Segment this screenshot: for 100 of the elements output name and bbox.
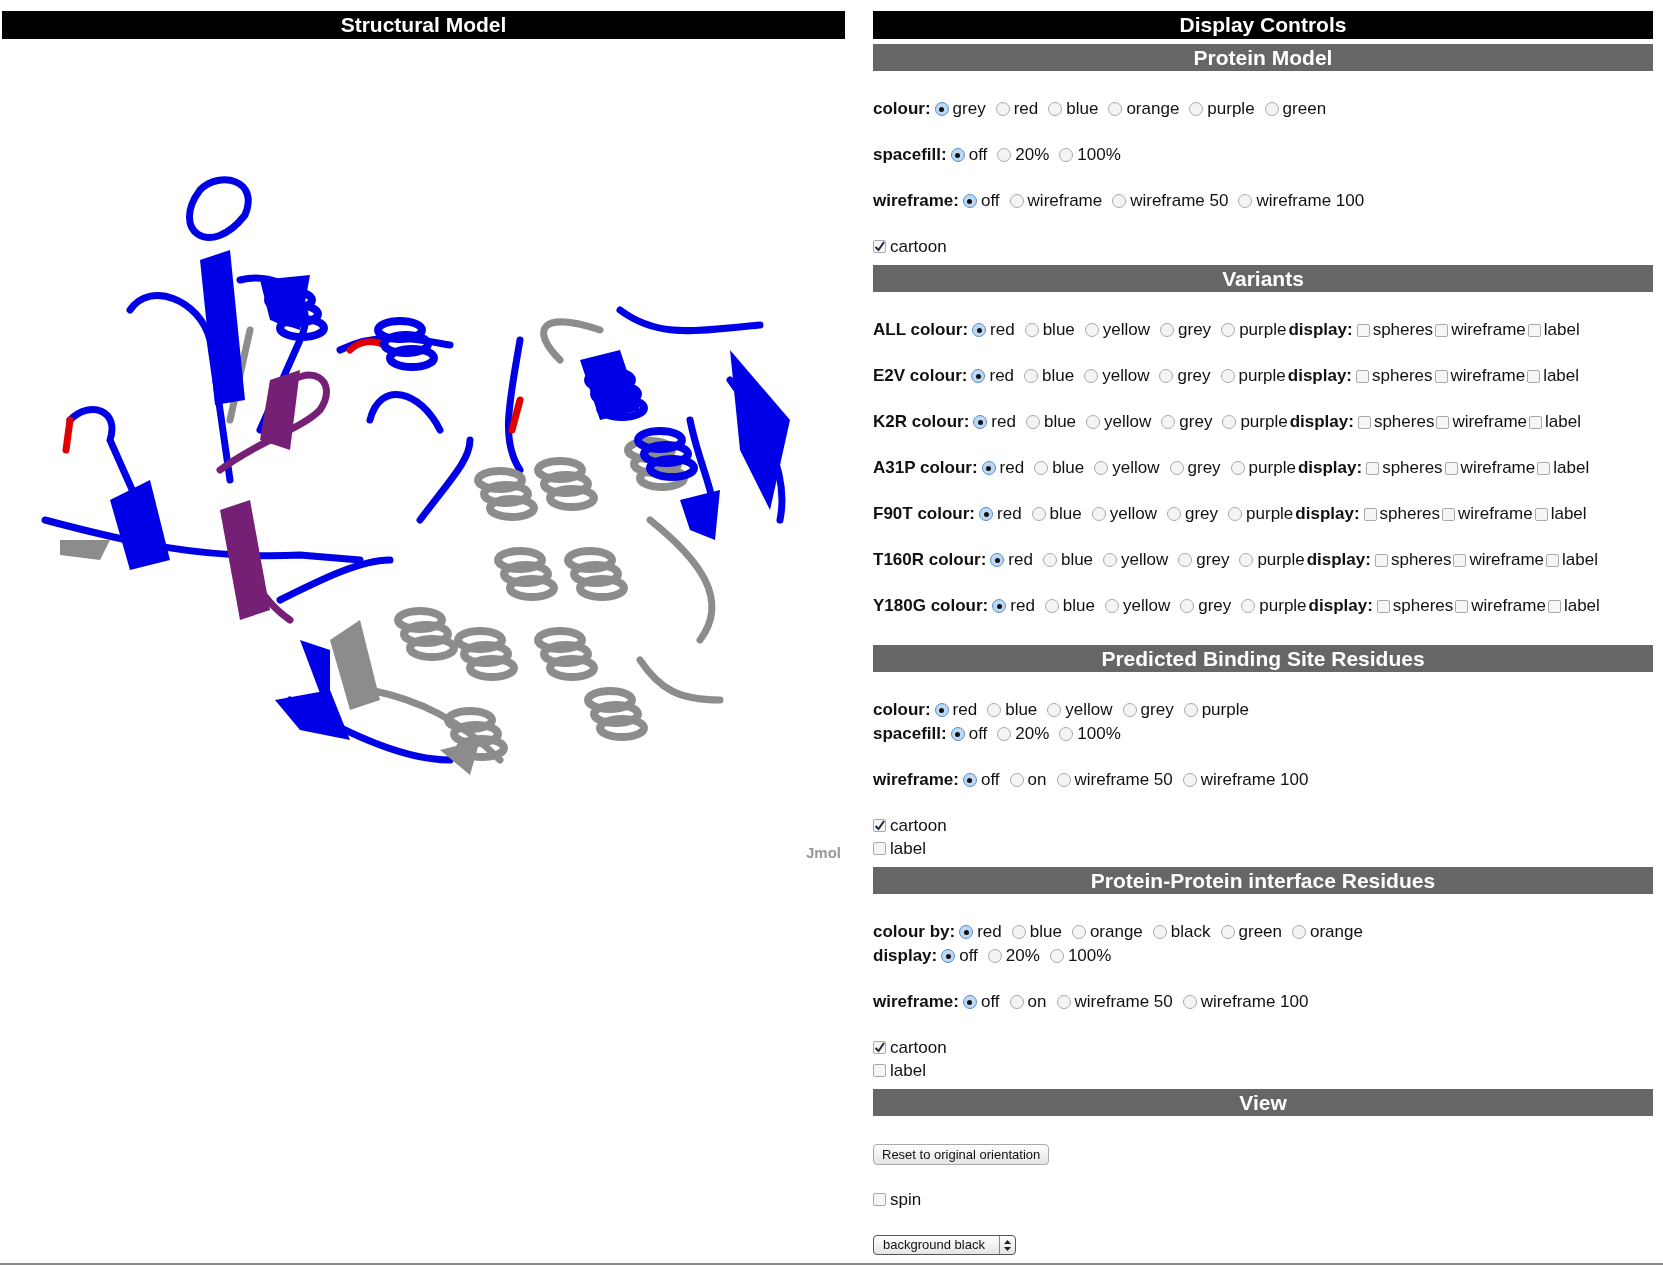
radio-button[interactable] (1091, 507, 1106, 521)
radio-button[interactable] (971, 369, 986, 383)
checkbox[interactable] (1537, 461, 1551, 475)
radio-button[interactable] (1161, 415, 1176, 429)
checkbox[interactable] (1534, 507, 1548, 521)
checkbox[interactable] (1453, 553, 1467, 567)
radio-button[interactable] (1047, 703, 1062, 717)
radio-button[interactable] (1042, 553, 1057, 567)
checkbox[interactable] (1547, 599, 1561, 613)
radio-button[interactable] (981, 461, 996, 475)
radio-button[interactable] (1094, 461, 1109, 475)
radio-button[interactable] (1178, 553, 1193, 567)
reset-button[interactable]: Reset to original orientation (873, 1143, 1050, 1165)
checkbox[interactable] (1363, 507, 1377, 521)
radio-button[interactable] (1230, 461, 1245, 475)
radio-button[interactable] (1044, 599, 1059, 613)
radio-button[interactable] (934, 102, 949, 116)
radio-button[interactable] (1220, 369, 1235, 383)
background-select[interactable]: background black (873, 1235, 1016, 1255)
radio-button[interactable] (979, 507, 993, 521)
radio-button[interactable] (1182, 773, 1197, 787)
checkbox[interactable] (1527, 323, 1541, 337)
radio-button[interactable] (973, 415, 988, 429)
radio-button[interactable] (941, 949, 956, 963)
radio-button[interactable] (1059, 727, 1074, 741)
checkbox[interactable] (1356, 323, 1370, 337)
radio-button[interactable] (1222, 415, 1237, 429)
checkbox[interactable] (873, 1041, 886, 1054)
radio-button[interactable] (1056, 773, 1071, 787)
radio-button[interactable] (1084, 323, 1099, 337)
radio-button[interactable] (1220, 925, 1235, 939)
radio-button[interactable] (1238, 194, 1253, 208)
checkbox[interactable] (1376, 599, 1390, 613)
radio-button[interactable] (1024, 369, 1039, 383)
radio-button[interactable] (1228, 507, 1243, 521)
radio-button[interactable] (1159, 369, 1174, 383)
radio-button[interactable] (1167, 507, 1181, 521)
checkbox[interactable] (1529, 415, 1542, 429)
radio-button[interactable] (997, 148, 1012, 162)
checkbox[interactable] (1444, 461, 1458, 475)
radio-button[interactable] (1086, 415, 1101, 429)
radio-button[interactable] (1122, 703, 1137, 717)
radio-button[interactable] (1011, 925, 1026, 939)
radio-button[interactable] (995, 102, 1010, 116)
radio-button[interactable] (997, 727, 1012, 741)
radio-button[interactable] (1105, 599, 1119, 613)
radio-button[interactable] (959, 925, 974, 939)
radio-button[interactable] (950, 148, 965, 162)
radio-button[interactable] (987, 703, 1002, 717)
radio-button[interactable] (950, 727, 965, 741)
checkbox[interactable] (1455, 599, 1469, 613)
radio-button[interactable] (1183, 703, 1198, 717)
checkbox[interactable] (1546, 553, 1560, 567)
radio-button[interactable] (1031, 507, 1046, 521)
checkbox[interactable] (1435, 323, 1449, 337)
radio-button[interactable] (1034, 461, 1049, 475)
radio-button[interactable] (1056, 995, 1071, 1009)
radio-button[interactable] (1264, 102, 1279, 116)
checkbox[interactable] (1374, 553, 1388, 567)
checkbox[interactable] (1357, 415, 1371, 429)
radio-button[interactable] (963, 995, 977, 1009)
radio-button[interactable] (1049, 949, 1064, 963)
radio-button[interactable] (1180, 599, 1195, 613)
checkbox[interactable] (873, 842, 886, 855)
radio-button[interactable] (1239, 553, 1254, 567)
radio-button[interactable] (1048, 102, 1063, 116)
radio-button[interactable] (1025, 415, 1040, 429)
checkbox[interactable] (1442, 507, 1456, 521)
checkbox[interactable] (1366, 461, 1380, 475)
radio-button[interactable] (992, 599, 1007, 613)
radio-button[interactable] (1182, 995, 1197, 1009)
radio-button[interactable] (1009, 194, 1024, 208)
radio-button[interactable] (1009, 995, 1024, 1009)
radio-button[interactable] (987, 949, 1002, 963)
checkbox[interactable] (873, 240, 886, 253)
checkbox[interactable] (1434, 369, 1448, 383)
radio-button[interactable] (1059, 148, 1074, 162)
radio-button[interactable] (1108, 102, 1123, 116)
radio-button[interactable] (1189, 102, 1204, 116)
radio-button[interactable] (1112, 194, 1127, 208)
radio-button[interactable] (1152, 925, 1167, 939)
radio-button[interactable] (1292, 925, 1306, 939)
checkbox[interactable] (1436, 415, 1450, 429)
radio-button[interactable] (1084, 369, 1099, 383)
checkbox[interactable] (1527, 369, 1541, 383)
radio-button[interactable] (1024, 323, 1039, 337)
radio-button[interactable] (1071, 925, 1086, 939)
radio-button[interactable] (963, 773, 977, 787)
radio-button[interactable] (963, 194, 977, 208)
checkbox[interactable] (873, 1064, 886, 1077)
checkbox[interactable] (873, 1193, 886, 1206)
radio-button[interactable] (934, 703, 949, 717)
radio-button[interactable] (1169, 461, 1184, 475)
checkbox[interactable] (1356, 369, 1370, 383)
radio-button[interactable] (1221, 323, 1236, 337)
radio-button[interactable] (1160, 323, 1175, 337)
radio-button[interactable] (990, 553, 1005, 567)
radio-button[interactable] (972, 323, 987, 337)
radio-button[interactable] (1103, 553, 1118, 567)
radio-button[interactable] (1241, 599, 1256, 613)
